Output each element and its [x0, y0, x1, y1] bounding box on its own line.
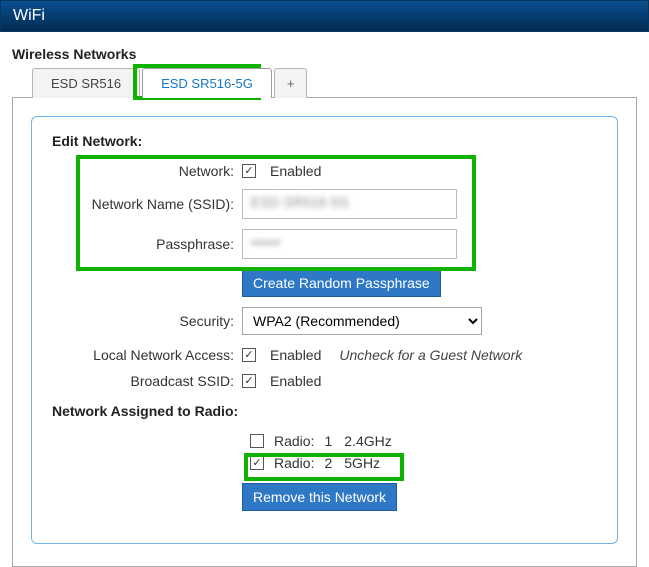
row-security: Security: WPA2 (Recommended)	[52, 307, 597, 335]
row-lna: Local Network Access: ✓ Enabled Uncheck …	[52, 347, 597, 363]
checkbox-radio-1[interactable]	[250, 434, 264, 448]
panel-outer: Edit Network: Network: ✓ Enabled Network…	[12, 97, 637, 567]
passphrase-value: ••••••	[251, 234, 280, 250]
radio-prefix: Radio:	[274, 455, 314, 471]
network-assigned-radio-heading: Network Assigned to Radio:	[52, 403, 597, 419]
tab-label: ESD SR516	[51, 76, 121, 91]
page-title: WiFi	[13, 7, 45, 24]
security-select[interactable]: WPA2 (Recommended)	[242, 307, 482, 335]
radio-number: 2	[324, 455, 332, 471]
row-remove: Remove this Network	[52, 483, 597, 511]
checkbox-network-enabled[interactable]: ✓	[242, 164, 256, 178]
label-ssid: Network Name (SSID):	[52, 196, 242, 212]
label-network: Network:	[52, 163, 242, 179]
radio-prefix: Radio:	[274, 433, 314, 449]
checkbox-label: Enabled	[270, 373, 321, 389]
row-passphrase: Passphrase: ••••••	[52, 229, 597, 259]
checkbox-local-network-access[interactable]: ✓	[242, 348, 256, 362]
create-random-passphrase-button[interactable]: Create Random Passphrase	[242, 269, 441, 297]
label-broadcast-ssid: Broadcast SSID:	[52, 373, 242, 389]
ssid-input[interactable]: ESD SR516 5G	[242, 189, 457, 219]
panel-inner: Edit Network: Network: ✓ Enabled Network…	[31, 116, 618, 544]
wireless-networks-heading: Wireless Networks	[12, 46, 641, 62]
lna-hint: Uncheck for a Guest Network	[339, 347, 522, 363]
row-bssid: Broadcast SSID: ✓ Enabled	[52, 373, 597, 389]
tab-add-network[interactable]: +	[274, 68, 308, 98]
edit-network-heading: Edit Network:	[52, 133, 597, 149]
radio-band: 5GHz	[344, 455, 380, 471]
passphrase-input[interactable]: ••••••	[242, 229, 457, 259]
checkbox-label: Enabled	[270, 347, 321, 363]
tab-esd-sr516-5g[interactable]: ESD SR516-5G	[142, 68, 272, 98]
radio-number: 1	[324, 433, 332, 449]
ssid-value: ESD SR516 5G	[251, 194, 349, 210]
checkbox-label: Enabled	[270, 163, 321, 179]
row-random-pass: Create Random Passphrase	[52, 269, 597, 297]
row-ssid: Network Name (SSID): ESD SR516 5G	[52, 189, 597, 219]
radio-row-2: ✓ Radio: 2 5GHz	[250, 455, 597, 471]
remove-network-button[interactable]: Remove this Network	[242, 483, 397, 511]
radio-band: 2.4GHz	[344, 433, 391, 449]
page-title-bar: WiFi	[0, 0, 649, 32]
label-passphrase: Passphrase:	[52, 236, 242, 252]
label-local-network-access: Local Network Access:	[52, 347, 242, 363]
content-area: Wireless Networks ESD SR516 ESD SR516-5G…	[0, 32, 649, 567]
tab-label: ESD SR516-5G	[161, 76, 253, 91]
radio-row-1: Radio: 1 2.4GHz	[250, 433, 597, 449]
edit-network-form: Network: ✓ Enabled Network Name (SSID): …	[52, 163, 597, 511]
radio-list: Radio: 1 2.4GHz ✓ Radio: 2 5GHz	[250, 433, 597, 471]
plus-icon: +	[287, 76, 295, 91]
label-security: Security:	[52, 313, 242, 329]
row-network: Network: ✓ Enabled	[52, 163, 597, 179]
checkbox-broadcast-ssid[interactable]: ✓	[242, 374, 256, 388]
tab-esd-sr516[interactable]: ESD SR516	[32, 68, 140, 98]
checkbox-radio-2[interactable]: ✓	[250, 456, 264, 470]
tab-row: ESD SR516 ESD SR516-5G +	[32, 68, 641, 98]
